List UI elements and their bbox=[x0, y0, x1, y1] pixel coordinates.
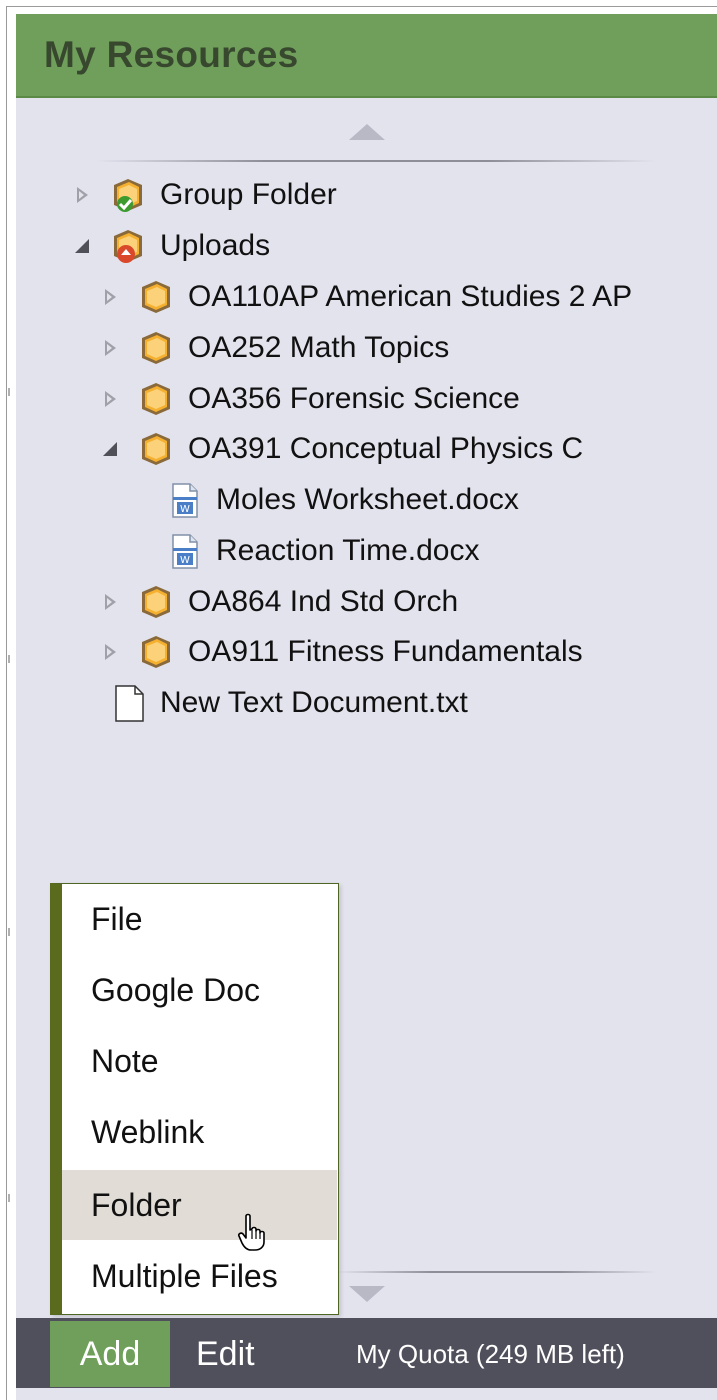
tree-item-course[interactable]: OA911 Fitness Fundamentals bbox=[100, 630, 583, 674]
collapse-arrow-icon[interactable] bbox=[100, 438, 122, 460]
word-document-icon: W bbox=[172, 483, 198, 518]
word-document-icon: W bbox=[172, 534, 198, 569]
my-resources-panel: My Resources Group Folder Uploads OA110A… bbox=[16, 14, 717, 1400]
menu-item-folder[interactable]: Folder bbox=[62, 1170, 337, 1240]
bottom-separator bbox=[336, 1271, 656, 1273]
uploads-folder-icon bbox=[114, 230, 142, 263]
tree-label: OA356 Forensic Science bbox=[188, 382, 520, 415]
tree-item-group-folder[interactable]: Group Folder bbox=[72, 173, 337, 217]
tree-label: OA391 Conceptual Physics C bbox=[188, 432, 584, 465]
tree-label: Group Folder bbox=[160, 178, 337, 211]
expand-arrow-icon[interactable] bbox=[100, 388, 122, 410]
toggle-spacer bbox=[128, 540, 150, 562]
expand-arrow-icon[interactable] bbox=[100, 337, 122, 359]
bottom-toolbar: Add Edit My Quota (249 MB left) bbox=[16, 1318, 717, 1388]
toggle-spacer bbox=[72, 692, 94, 714]
tree-label: OA252 Math Topics bbox=[188, 331, 450, 364]
panel-header: My Resources bbox=[16, 14, 717, 98]
tree-item-course[interactable]: OA864 Ind Std Orch bbox=[100, 580, 458, 624]
menu-item-weblink[interactable]: Weblink bbox=[62, 1097, 337, 1167]
collapse-arrow-icon[interactable] bbox=[72, 235, 94, 257]
tree-label: Reaction Time.docx bbox=[216, 534, 480, 567]
folder-icon bbox=[142, 281, 170, 313]
edit-button[interactable]: Edit bbox=[196, 1321, 255, 1387]
left-ruler bbox=[0, 0, 14, 1400]
scroll-up-arrow-icon[interactable] bbox=[349, 124, 385, 140]
expand-arrow-icon[interactable] bbox=[100, 286, 122, 308]
tree-item-course[interactable]: OA110AP American Studies 2 AP bbox=[100, 275, 632, 319]
expand-arrow-icon[interactable] bbox=[100, 641, 122, 663]
tree-item-uploads[interactable]: Uploads bbox=[72, 224, 270, 268]
top-separator bbox=[96, 160, 656, 162]
svg-text:W: W bbox=[180, 555, 190, 566]
tree-label: OA864 Ind Std Orch bbox=[188, 585, 459, 618]
tree-item-file[interactable]: W Moles Worksheet.docx bbox=[128, 478, 519, 522]
folder-icon bbox=[142, 433, 170, 465]
tree-item-course[interactable]: OA252 Math Topics bbox=[100, 326, 449, 370]
tree-item-course[interactable]: OA391 Conceptual Physics C bbox=[100, 427, 583, 471]
tree-label: Uploads bbox=[160, 229, 271, 262]
toggle-spacer bbox=[128, 489, 150, 511]
menu-item-google-doc[interactable]: Google Doc bbox=[62, 955, 337, 1025]
expand-arrow-icon[interactable] bbox=[100, 591, 122, 613]
menu-item-multiple-files[interactable]: Multiple Files bbox=[62, 1241, 337, 1311]
add-button[interactable]: Add bbox=[50, 1321, 170, 1387]
tree-item-course[interactable]: OA356 Forensic Science bbox=[100, 377, 520, 421]
panel-title: My Resources bbox=[44, 34, 299, 75]
add-menu: File Google Doc Note Weblink Folder Mult… bbox=[50, 883, 339, 1315]
tree-item-file[interactable]: New Text Document.txt bbox=[72, 681, 468, 725]
tree-label: Moles Worksheet.docx bbox=[216, 483, 519, 516]
text-document-icon bbox=[115, 685, 144, 722]
folder-icon bbox=[142, 332, 170, 364]
menu-item-file[interactable]: File bbox=[62, 884, 337, 954]
tree-label: New Text Document.txt bbox=[160, 686, 468, 719]
tree-item-file[interactable]: W Reaction Time.docx bbox=[128, 529, 479, 573]
scroll-down-arrow-icon[interactable] bbox=[349, 1286, 385, 1302]
menu-item-note[interactable]: Note bbox=[62, 1026, 337, 1096]
expand-arrow-icon[interactable] bbox=[72, 184, 94, 206]
tree-label: OA110AP American Studies 2 AP bbox=[188, 280, 633, 313]
hand-cursor-icon bbox=[238, 1213, 265, 1251]
svg-text:W: W bbox=[180, 504, 190, 515]
quota-link[interactable]: My Quota (249 MB left) bbox=[356, 1321, 625, 1387]
tree-label: OA911 Fitness Fundamentals bbox=[188, 635, 583, 668]
folder-icon bbox=[142, 586, 170, 618]
folder-icon bbox=[142, 383, 170, 415]
folder-icon bbox=[142, 636, 170, 668]
group-folder-icon bbox=[114, 179, 142, 212]
